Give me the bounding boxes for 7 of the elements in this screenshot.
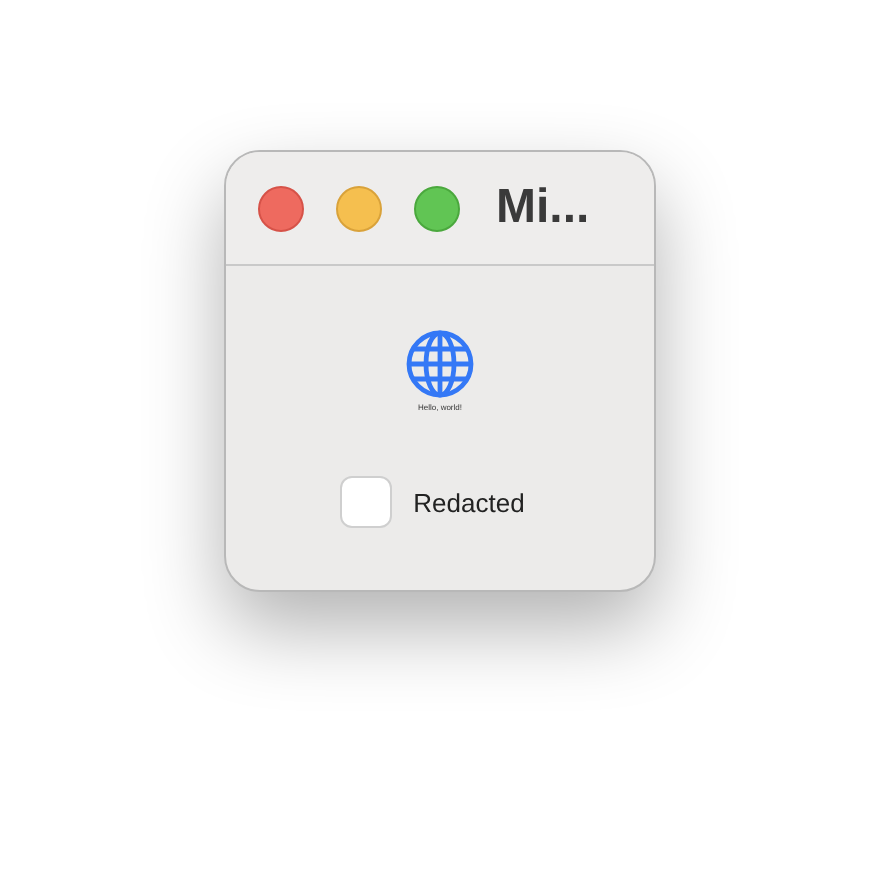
globe-icon xyxy=(406,330,474,398)
minimize-button[interactable] xyxy=(336,185,382,231)
zoom-button[interactable] xyxy=(414,185,460,231)
checkbox-label: Redacted xyxy=(413,487,525,517)
window-title: Mi... xyxy=(496,180,590,236)
checkbox[interactable] xyxy=(339,476,392,528)
close-button[interactable] xyxy=(258,185,304,231)
